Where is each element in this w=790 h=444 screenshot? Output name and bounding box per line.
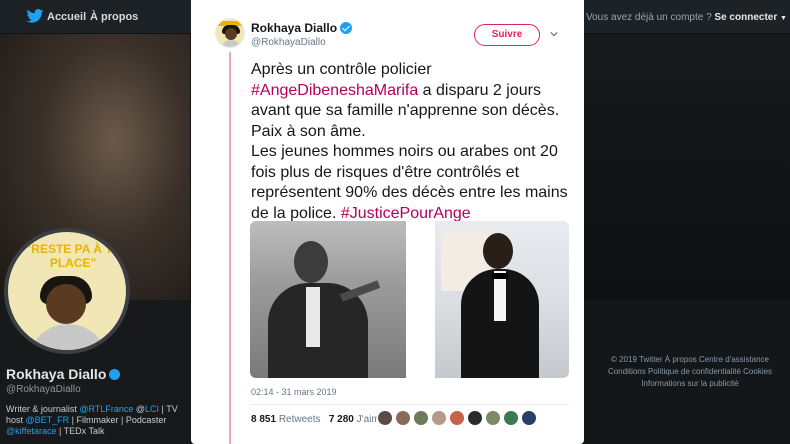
twitter-bird-icon[interactable] <box>26 9 44 23</box>
tweet-media <box>250 221 569 378</box>
login-prompt: Vous avez déjà un compte ? Se connecter … <box>586 12 787 23</box>
footer-line-2[interactable]: Conditions Politique de confidentialité … <box>600 366 780 378</box>
footer-line-1[interactable]: © 2019 Twitter À propos Centre d'assista… <box>600 354 780 366</box>
tweet-author-avatar[interactable] <box>215 18 245 48</box>
liker-avatar[interactable] <box>377 410 393 426</box>
bio-link-lci[interactable]: LCI <box>145 404 159 414</box>
chevron-down-icon[interactable] <box>550 30 558 38</box>
divider <box>251 404 569 405</box>
nav-home-link[interactable]: Accueil <box>47 11 86 23</box>
profile-name-text: Rokhaya Diallo <box>6 366 107 382</box>
chevron-down-icon[interactable]: ▼ <box>780 15 787 22</box>
tweet-text-part-1: Après un contrôle policier <box>251 61 432 78</box>
tweet-photo-2[interactable] <box>435 221 569 378</box>
bio-end: | TEDx Talk <box>56 426 105 436</box>
profile-handle[interactable]: @RokhayaDiallo <box>6 384 81 395</box>
verified-badge-icon <box>109 368 121 380</box>
photo-figure-bowtie <box>492 273 508 279</box>
profile-avatar[interactable]: "RESTE PA À TA PLACE" <box>4 228 130 354</box>
bio-link-rtlfrance[interactable]: @RTLFrance <box>79 404 133 414</box>
liker-avatar[interactable] <box>413 410 429 426</box>
liker-avatar[interactable] <box>395 410 411 426</box>
bio-link-kiffetarace[interactable]: @kiffetarace <box>6 426 57 436</box>
avatar-face <box>225 28 237 40</box>
likes-count[interactable]: 7 280 <box>329 414 354 425</box>
tweet-author-handle[interactable]: @RokhayaDiallo <box>251 37 326 48</box>
liker-avatar[interactable] <box>449 410 465 426</box>
avatar-face <box>46 284 86 324</box>
footer-line-3[interactable]: Informations sur la publicité <box>600 378 780 390</box>
liker-avatar[interactable] <box>485 410 501 426</box>
liker-avatar[interactable] <box>521 410 537 426</box>
tweet-card: Rokhaya Diallo @RokhayaDiallo Suivre Apr… <box>191 0 584 444</box>
avatar-body <box>221 40 241 47</box>
footer-links: © 2019 Twitter À propos Centre d'assista… <box>600 354 780 390</box>
tweet-text: Après un contrôle policier #AngeDibenesh… <box>251 60 569 224</box>
bio-prefix: Writer & journalist <box>6 404 77 414</box>
login-link[interactable]: Se connecter <box>714 12 777 23</box>
photo-figure-shirt <box>306 287 320 347</box>
profile-name[interactable]: Rokhaya Diallo <box>6 366 121 382</box>
retweets-count[interactable]: 8 851 <box>251 414 276 425</box>
avatar-banner-text: "RESTE PA À TA PLACE" <box>25 242 121 270</box>
cover-photo-right <box>584 34 790 300</box>
nav-about-link[interactable]: À propos <box>90 11 138 23</box>
bio-separator: @ <box>133 404 146 414</box>
thread-line <box>229 52 231 444</box>
profile-bio: Writer & journalist @RTLFrance @LCI | TV… <box>6 404 186 437</box>
liker-avatar[interactable] <box>467 410 483 426</box>
likers-avatars <box>377 410 577 428</box>
retweets-label[interactable]: Retweets <box>279 414 321 425</box>
tweet-stats: 8 851 Retweets 7 280 J'aime <box>251 414 385 425</box>
bio-link-bet[interactable]: @BET_FR <box>26 415 70 425</box>
have-account-text: Vous avez déjà un compte ? <box>586 12 712 23</box>
bio-mid2: | Filmmaker | Podcaster <box>69 415 167 425</box>
tweet-timestamp[interactable]: 02:14 - 31 mars 2019 <box>251 387 337 397</box>
hashtag-link-ange[interactable]: #AngeDibeneshaMarifa <box>251 82 418 99</box>
photo-figure-head <box>483 233 513 269</box>
verified-badge-icon <box>340 21 353 34</box>
liker-avatar[interactable] <box>431 410 447 426</box>
tweet-author-name[interactable]: Rokhaya Diallo <box>251 21 353 35</box>
follow-button[interactable]: Suivre <box>474 24 540 46</box>
avatar-body <box>28 324 108 350</box>
photo-figure-head <box>294 241 328 283</box>
liker-avatar[interactable] <box>503 410 519 426</box>
tweet-author-name-text: Rokhaya Diallo <box>251 21 338 35</box>
tweet-photo-1[interactable] <box>250 221 406 378</box>
hashtag-link-justice[interactable]: #JusticePourAnge <box>341 205 471 222</box>
